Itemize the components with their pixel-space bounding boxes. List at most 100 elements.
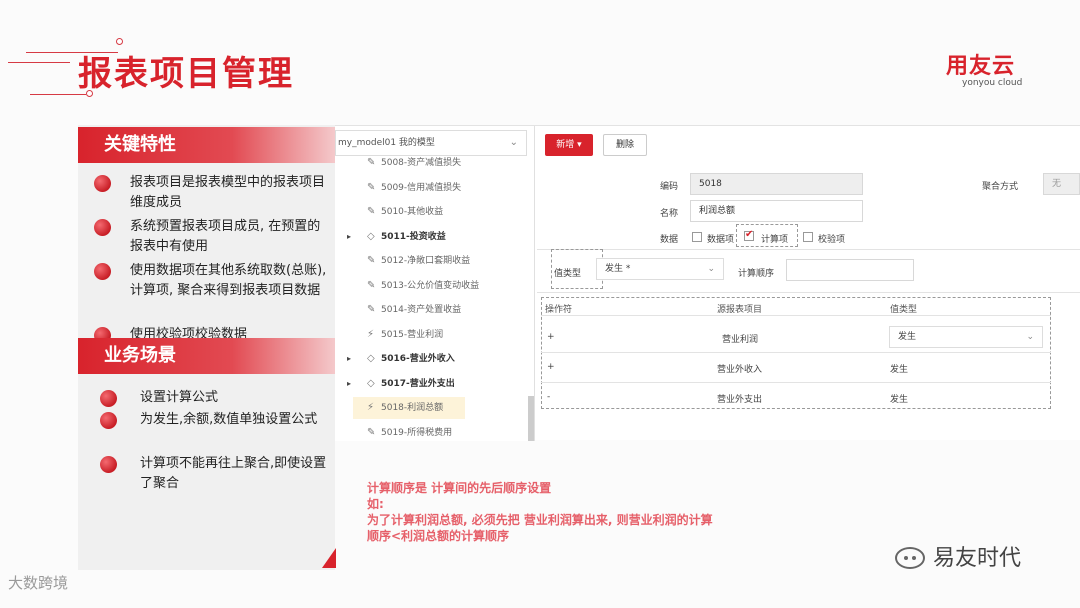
list-item: 计算项不能再往上聚合,即使设置了聚合 xyxy=(92,454,332,494)
edit-icon: ✎ xyxy=(367,206,376,217)
tree-item-label: 5011-投资收益 xyxy=(381,231,446,242)
table-header-operator: 操作符 xyxy=(545,305,573,315)
corner-accent xyxy=(322,548,336,568)
edit-icon: ✎ xyxy=(367,279,376,291)
bullet-icon xyxy=(100,456,117,473)
app-screenshot: my_model01 我的模型 ⌄ ✎ 5008-资产减值损失 ✎ 5009-信用减值… xyxy=(335,125,1080,441)
tag-icon: ◇ xyxy=(367,230,375,242)
table-divider xyxy=(541,352,1051,353)
edit-icon: ✎ xyxy=(367,304,376,315)
row-source-item: 营业外收入 xyxy=(717,365,763,375)
tree-item[interactable]: ✎ 5012-净敞口套期收益 xyxy=(335,250,525,272)
item-form: 新增 ▾ 删除 编码 5018 聚合方式 无 名称 利润总额 数据 数据项 计算… xyxy=(537,126,1080,441)
tree-item-label: 5013-公允价值变动收益 xyxy=(381,280,480,291)
tree-item[interactable]: ✎ 5019-所得税费用 xyxy=(335,422,525,444)
row-value-type: 发生 xyxy=(890,395,909,405)
calc-item-option: 计算项 xyxy=(761,235,789,245)
scenarios-list: 设置计算公式 为发生,余额,数值单独设置公式 计算项不能再往上聚合,即使设置了聚… xyxy=(92,388,332,496)
table-divider xyxy=(541,382,1051,383)
tree-item-label: 5019-所得税费用 xyxy=(381,427,453,438)
delete-button[interactable]: 删除 xyxy=(603,134,647,156)
new-button[interactable]: 新增 ▾ xyxy=(545,134,593,156)
calc-order-label: 计算顺序 xyxy=(738,269,775,279)
row-source-item: 营业外支出 xyxy=(717,395,763,405)
value-type-label: 值类型 xyxy=(554,269,582,279)
aggregation-label: 聚合方式 xyxy=(982,182,1019,192)
tree-item[interactable]: ▸ ◇ 5011-投资收益 xyxy=(335,226,525,248)
list-item: 使用数据项在其他系统取数(总账), 计算项, 聚合来得到报表项目数据 xyxy=(92,261,332,323)
list-item: 设置计算公式 xyxy=(92,388,332,408)
bullet-icon xyxy=(100,390,117,407)
edit-icon: ✎ xyxy=(367,157,376,168)
bullet-icon xyxy=(94,175,111,192)
row-operator: + xyxy=(547,362,555,372)
table-divider xyxy=(541,315,1051,316)
tree-item[interactable]: ✎ 5010-其他收益 xyxy=(335,201,525,223)
watermark-right: 易友时代 xyxy=(895,540,1021,572)
name-field[interactable]: 利润总额 xyxy=(690,200,863,222)
left-panel: 关键特性 报表项目是报表模型中的报表项目维度成员 系统预置报表项目成员, 在预置… xyxy=(78,125,335,570)
logo-text: 用友云 xyxy=(946,54,1016,79)
check-item-option: 校验项 xyxy=(818,235,846,245)
edit-icon: ✎ xyxy=(367,255,376,266)
tree-item[interactable]: ⚡ 5018-利润总额 xyxy=(353,397,465,419)
tag-icon: ◇ xyxy=(367,353,375,364)
row-source-item: 营业利润 xyxy=(722,335,759,345)
tree-item[interactable]: ✎ 5013-公允价值变动收益 xyxy=(335,275,525,297)
check-item-checkbox[interactable] xyxy=(803,232,813,242)
calc-item-checkbox[interactable] xyxy=(744,229,754,241)
note-line: 计算顺序是 计算间的先后顺序设置 xyxy=(367,481,552,495)
expand-arrow-icon[interactable]: ▸ xyxy=(347,348,351,370)
tree-item[interactable]: ▸ ◇ 5017-营业外支出 xyxy=(335,373,525,395)
expand-arrow-icon[interactable]: ▸ xyxy=(347,226,351,248)
aggregation-field[interactable]: 无 xyxy=(1043,173,1080,195)
yonyou-logo: 用友云 yonyou cloud xyxy=(946,48,1022,88)
tree-item-label: 5016-营业外收入 xyxy=(381,354,455,364)
slide: 报表项目管理 用友云 yonyou cloud 关键特性 报表项目是报表模型中的… xyxy=(0,0,1080,608)
tree-item[interactable]: ✎ 5014-资产处置收益 xyxy=(335,299,525,321)
header-deco-dot xyxy=(116,38,123,45)
divider xyxy=(537,292,1080,293)
bullet-icon xyxy=(94,263,111,280)
tree-item[interactable]: ✎ 5009-信用减值损失 xyxy=(335,177,525,199)
chevron-down-icon: ⌄ xyxy=(1026,332,1034,342)
scenarios-heading: 业务场景 xyxy=(78,338,335,374)
data-type-label: 数据 xyxy=(660,235,679,245)
tree-item-label: 5008-资产减值损失 xyxy=(381,158,462,168)
value-type-select[interactable]: 发生 * ⌄ xyxy=(596,258,724,280)
header-deco-line xyxy=(8,62,70,63)
table-header-value-type: 值类型 xyxy=(890,305,918,315)
note-line: 顺序<利润总额的计算顺序 xyxy=(367,529,510,543)
data-item-checkbox[interactable] xyxy=(692,232,702,242)
features-heading: 关键特性 xyxy=(78,127,335,163)
code-field[interactable]: 5018 xyxy=(690,173,863,195)
tree-item[interactable]: ▸ ◇ 5016-营业外收入 xyxy=(335,348,525,370)
chevron-down-icon: ⌄ xyxy=(707,264,715,274)
code-label: 编码 xyxy=(660,182,679,192)
formula-table-highlight xyxy=(541,297,1051,409)
calc-order-field[interactable] xyxy=(786,259,914,281)
tree-scrollbar[interactable] xyxy=(528,396,534,441)
features-list: 报表项目是报表模型中的报表项目维度成员 系统预置报表项目成员, 在预置的报表中有… xyxy=(92,173,332,347)
edit-icon: ✎ xyxy=(367,181,376,193)
data-item-option: 数据项 xyxy=(707,235,735,245)
row-operator: + xyxy=(547,332,555,342)
tree-item-label: 5009-信用减值损失 xyxy=(381,182,462,193)
tree-item[interactable]: ✎ 5008-资产减值损失 xyxy=(335,152,525,174)
tree-item-label: 5018-利润总额 xyxy=(381,403,444,413)
divider xyxy=(537,249,1080,250)
calc-icon: ⚡ xyxy=(367,402,375,413)
row-value-type-select[interactable]: 发生 ⌄ xyxy=(889,326,1043,348)
report-item-tree: my_model01 我的模型 ⌄ ✎ 5008-资产减值损失 ✎ 5009-信用减值… xyxy=(335,126,535,441)
calc-order-note: 计算顺序是 计算间的先后顺序设置 如: 为了计算利润总额, 必须先把 营业利润算… xyxy=(367,480,713,544)
list-item: 报表项目是报表模型中的报表项目维度成员 xyxy=(92,173,332,215)
bullet-icon xyxy=(100,412,117,429)
wechat-icon xyxy=(895,547,925,569)
tree-item[interactable]: ⚡ 5015-营业利润 xyxy=(335,324,525,346)
table-header-source-item: 源报表项目 xyxy=(717,305,763,315)
list-item: 系统预置报表项目成员, 在预置的报表中有使用 xyxy=(92,217,332,259)
edit-icon: ✎ xyxy=(367,426,376,438)
note-line: 如: xyxy=(367,497,384,511)
expand-arrow-icon[interactable]: ▸ xyxy=(347,373,351,395)
tree-item-label: 5017-营业外支出 xyxy=(381,378,455,389)
